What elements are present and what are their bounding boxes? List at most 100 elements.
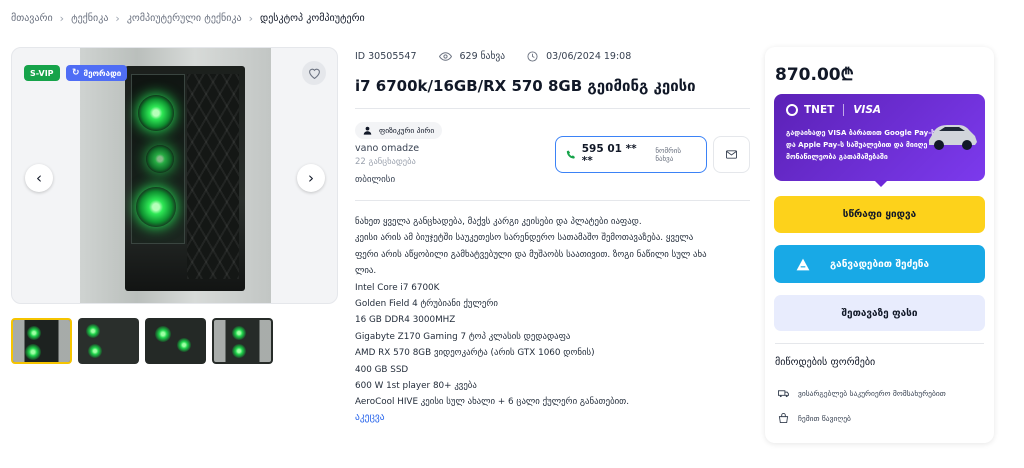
seller-ads-count[interactable]: 22 განცხადება — [355, 157, 416, 167]
message-button[interactable] — [713, 136, 750, 173]
buy-now-label: სწრაფი ყიდვა — [842, 209, 917, 220]
user-icon — [363, 126, 372, 135]
thumbnail[interactable] — [212, 318, 273, 364]
phone-icon — [566, 150, 575, 159]
thumbnail-fan — [232, 326, 246, 340]
breadcrumb-item-electronics[interactable]: ტექნიკა — [71, 13, 108, 24]
divider — [355, 108, 750, 109]
promo-logo: TNET VISA — [786, 104, 881, 116]
seller-name[interactable]: vano omadze — [355, 143, 419, 154]
show-phone-button[interactable]: 595 01 ** ** ნომრის ნახვა — [555, 136, 707, 173]
chevron-right-icon: › — [308, 169, 314, 187]
thumbnail-strip — [11, 318, 273, 364]
image-gallery: S-VIP ↻ მეორადი ‹ › — [11, 47, 338, 304]
visa-promo-banner[interactable]: TNET VISA გადაიხადე VISA ბარათით Google … — [774, 94, 985, 181]
favorite-button[interactable] — [302, 61, 326, 85]
rgb-fan — [146, 145, 174, 173]
installment-button[interactable]: განვადებით შეძენა — [774, 245, 985, 283]
thumbnail-fan — [86, 324, 100, 338]
description-line: 16 GB DDR4 3000MHZ — [355, 315, 456, 326]
phone-show-label: ნომრის ნახვა — [655, 146, 681, 163]
thumbnail-fan — [177, 338, 191, 352]
buy-now-button[interactable]: სწრაფი ყიდვა — [774, 196, 985, 233]
description-line: ფერი არის აწყობილი გამხატვებული და მუშაო… — [355, 249, 707, 260]
delivery-courier-label: ვისარგებლებ საკურიერო მომსახურებით — [798, 389, 946, 398]
description-line: 400 GB SSD — [355, 364, 409, 375]
svip-badge: S-VIP — [24, 65, 60, 81]
truck-icon — [778, 390, 789, 398]
listing-id-text: ID 30505547 — [355, 51, 417, 62]
breadcrumb: მთავარი › ტექნიკა › კომპიუტერული ტექნიკა… — [11, 12, 365, 25]
breadcrumb-item-home[interactable]: მთავარი — [11, 13, 53, 24]
thumbnail-fan — [25, 344, 41, 360]
installment-icon — [796, 258, 810, 270]
eye-icon — [438, 52, 452, 61]
divider — [355, 200, 750, 201]
gallery-next-button[interactable]: › — [297, 164, 325, 192]
heart-icon — [308, 68, 320, 79]
description: ნახეთ ყველა განცხადება, მაქვს კარგი კეის… — [355, 214, 750, 411]
thumbnail-fan — [27, 326, 41, 340]
description-line: კეისი არის ამ ბიუჯეტში საუკეთესო სარენდე… — [355, 233, 694, 244]
delivery-title: მიწოდების ფორმები — [775, 357, 876, 368]
rgb-fan — [136, 187, 176, 227]
date-text: 03/06/2024 19:08 — [546, 51, 632, 62]
price: 870.00₾ — [775, 65, 854, 85]
views-count: 629 ნახვა — [459, 51, 506, 62]
description-line: ნახეთ ყველა განცხადება, მაქვს კარგი კეის… — [355, 217, 642, 227]
offer-price-label: შეთავაზე ფასი — [841, 307, 918, 319]
seller-type-label: ფიზიკური პირი — [379, 126, 435, 135]
promo-pointer — [874, 180, 888, 187]
car-icon — [929, 125, 977, 150]
chevron-right-icon: › — [115, 12, 120, 25]
case-mesh-front — [187, 74, 239, 279]
chevron-right-icon: › — [59, 12, 65, 25]
thumbnail-bg — [13, 320, 70, 362]
thumbnail-fan — [88, 344, 102, 358]
pc-case-image — [125, 66, 245, 291]
listing-title: i7 6700k/16GB/RX 570 8GB გეიმინგ კეისი — [355, 77, 696, 95]
delivery-pickup-label: ჩემით წავიღებ — [798, 413, 851, 423]
description-line: Intel Core i7 6700K — [355, 282, 440, 293]
description-line: 600 W 1st player 80+ კვება — [355, 381, 477, 392]
breadcrumb-item-computer-electronics[interactable]: კომპიუტერული ტექნიკა — [127, 13, 242, 24]
delivery-option-pickup: ჩემით წავიღებ — [778, 413, 851, 423]
thumbnail-fan — [232, 344, 246, 358]
listing-views: 629 ნახვა — [438, 51, 506, 62]
offer-price-button[interactable]: შეთავაზე ფასი — [774, 295, 985, 331]
divider — [775, 343, 984, 344]
collapse-description-link[interactable]: აკეცვა — [355, 412, 385, 423]
thumbnail[interactable] — [145, 318, 206, 364]
rgb-fan — [138, 95, 174, 131]
case-glass-panel — [131, 74, 185, 244]
mail-icon — [726, 150, 737, 159]
promo-brand-left: TNET — [804, 104, 835, 116]
main-photo[interactable] — [80, 48, 271, 303]
chevron-right-icon: › — [248, 12, 254, 25]
description-line: Gigabyte Z170 Gaming 7 ტოპ კლასის დედადა… — [355, 331, 571, 342]
description-line: Golden Field 4 ტრუბიანი ქულერი — [355, 299, 498, 310]
listing-date: 03/06/2024 19:08 — [527, 51, 631, 62]
seller-type-badge: ფიზიკური პირი — [355, 122, 443, 139]
delivery-option-courier: ვისარგებლებ საკურიერო მომსახურებით — [778, 389, 946, 398]
thumbnail[interactable] — [11, 318, 72, 364]
description-line: AMD RX 570 8GB ვიდეოკარტა (არის GTX 1060… — [355, 348, 595, 359]
tnet-logo-icon — [786, 104, 798, 116]
thumbnail-fan — [155, 326, 171, 342]
description-line: ლია. — [355, 266, 377, 277]
promo-brand-separator — [843, 104, 845, 116]
clock-icon — [527, 51, 538, 62]
phone-number: 595 01 ** ** — [581, 142, 637, 167]
thumbnail[interactable] — [78, 318, 139, 364]
gallery-prev-button[interactable]: ‹ — [25, 164, 53, 192]
chevron-left-icon: ‹ — [36, 169, 42, 187]
installment-label: განვადებით შეძენა — [829, 258, 930, 270]
pickup-icon — [778, 413, 789, 423]
condition-label: მეორადი — [83, 68, 122, 78]
listing-meta: ID 30505547 629 ნახვა 03/06/2024 19:08 — [355, 51, 653, 62]
description-line: AeroCool HIVE კეისი სულ ახალი + 6 ცალი ქ… — [355, 397, 630, 408]
promo-brand-right: VISA — [853, 104, 882, 116]
seller-city: თბილისი — [355, 175, 396, 185]
promo-text: გადაიხადე VISA ბარათით Google Pay-ს და A… — [786, 129, 936, 161]
refresh-icon: ↻ — [72, 68, 80, 78]
